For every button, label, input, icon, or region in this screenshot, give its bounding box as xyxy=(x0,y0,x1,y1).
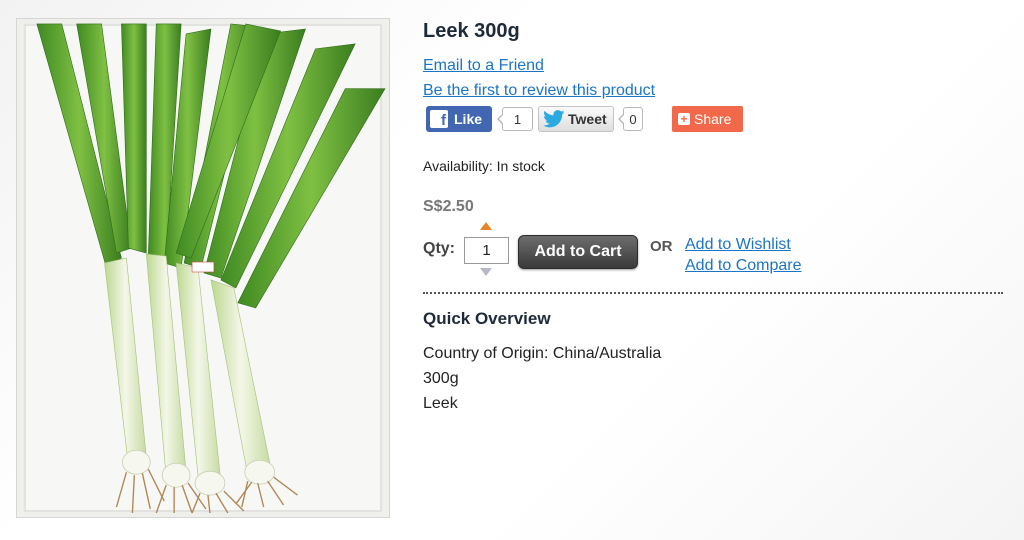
availability-status: Availability: In stock xyxy=(423,158,545,174)
product-title: Leek 300g xyxy=(423,20,520,42)
tweet-button[interactable]: Tweet xyxy=(538,106,614,132)
qty-decrease-arrow-icon[interactable] xyxy=(480,268,492,276)
quick-overview-title: Quick Overview xyxy=(423,309,551,328)
plus-icon: + xyxy=(678,113,690,125)
overview-line-origin: Country of Origin: China/Australia xyxy=(423,345,662,362)
overview-line-name: Leek xyxy=(423,395,458,412)
facebook-like-count: 1 xyxy=(497,107,533,131)
qty-input[interactable] xyxy=(464,237,509,264)
share-label: Share xyxy=(694,111,732,127)
add-to-compare-link[interactable]: Add to Compare xyxy=(685,257,802,275)
product-image[interactable] xyxy=(16,18,390,518)
write-review-link[interactable]: Be the first to review this product xyxy=(423,82,655,100)
qty-increase-arrow-icon[interactable] xyxy=(480,222,492,230)
twitter-bird-icon xyxy=(543,110,565,128)
overview-line-weight: 300g xyxy=(423,370,459,387)
facebook-icon: f xyxy=(430,110,448,128)
or-separator: OR xyxy=(650,238,673,255)
section-divider xyxy=(423,292,1003,294)
facebook-like-button[interactable]: f Like xyxy=(426,106,492,132)
add-to-cart-button[interactable]: Add to Cart xyxy=(518,235,638,269)
add-to-wishlist-link[interactable]: Add to Wishlist xyxy=(685,236,791,254)
product-price: S$2.50 xyxy=(423,198,474,215)
tweet-label: Tweet xyxy=(568,111,607,127)
facebook-like-label: Like xyxy=(454,111,483,127)
email-to-friend-link[interactable]: Email to a Friend xyxy=(423,57,544,75)
tweet-count: 0 xyxy=(618,107,643,131)
leek-photo xyxy=(17,19,389,517)
qty-label: Qty: xyxy=(423,240,455,257)
share-button[interactable]: + Share xyxy=(672,106,743,132)
quick-overview-text: Country of Origin: China/Australia 300g … xyxy=(423,341,661,416)
